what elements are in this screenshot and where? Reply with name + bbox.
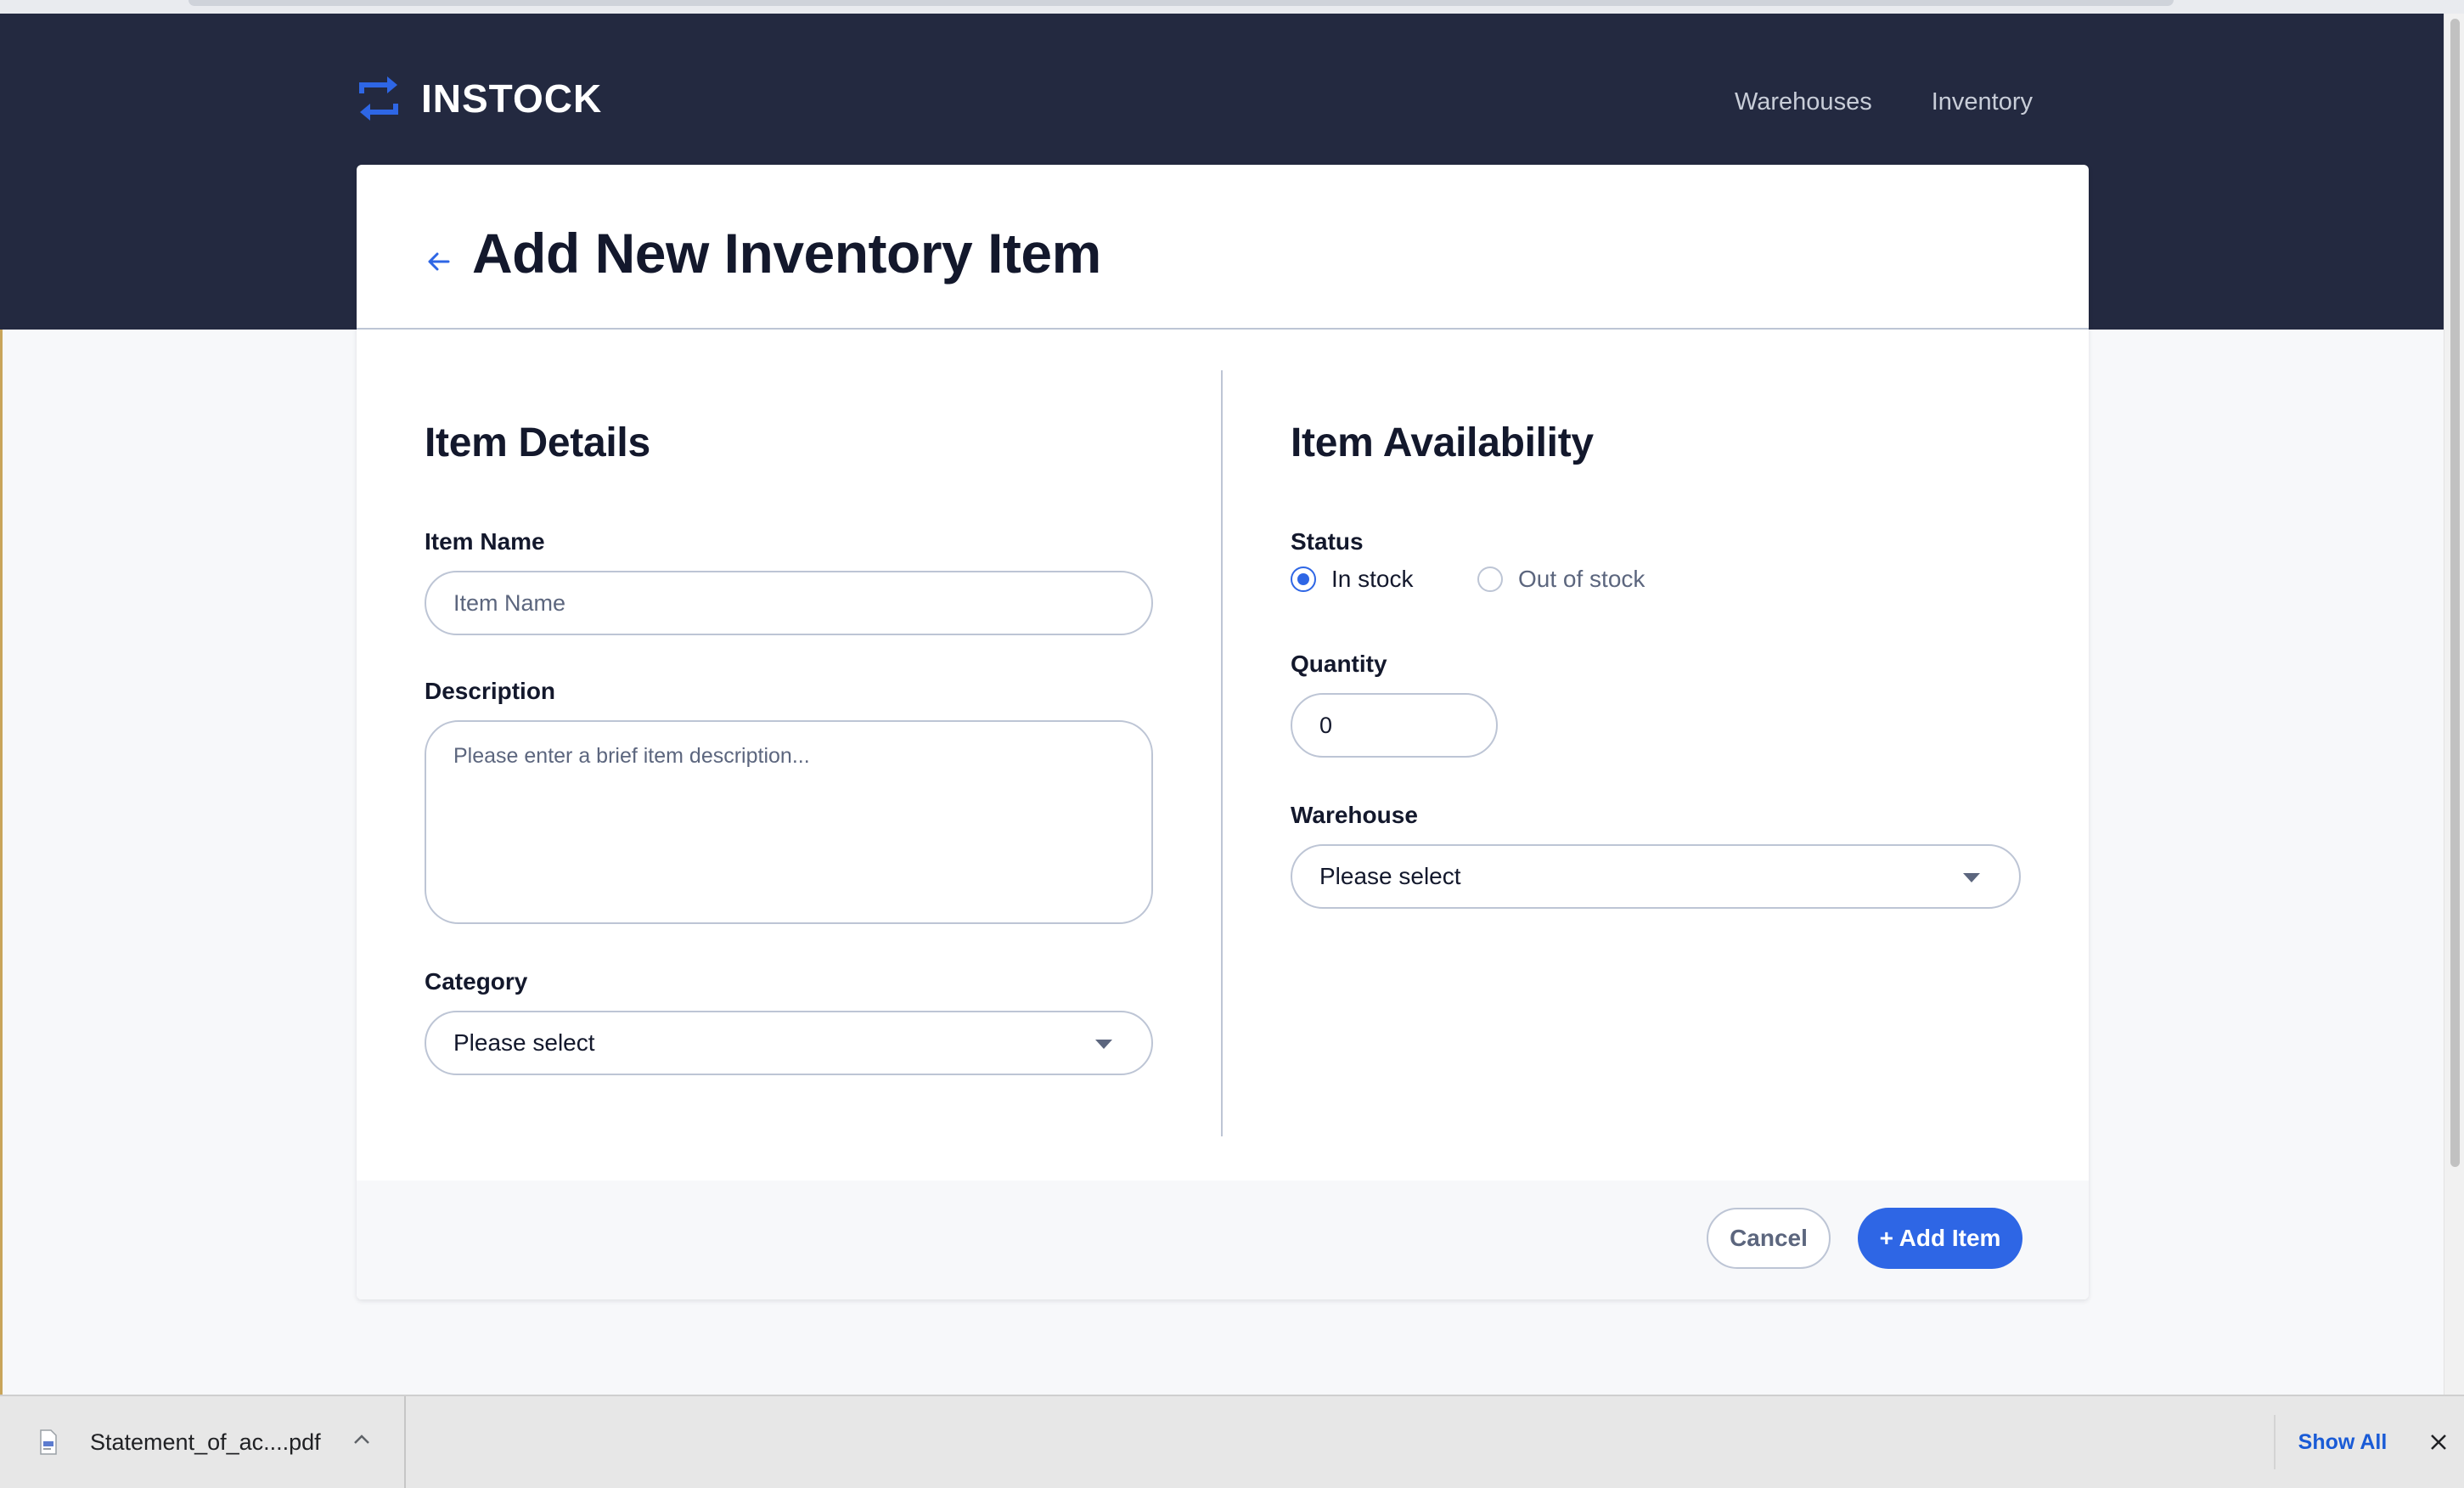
- nav-inventory[interactable]: Inventory: [1932, 88, 2033, 116]
- download-file-name: Statement_of_ac....pdf: [90, 1429, 321, 1455]
- browser-top-edge: [0, 0, 2464, 14]
- card-header: Add New Inventory Item: [357, 165, 2089, 330]
- page-scrollbar[interactable]: [2444, 14, 2464, 1395]
- category-label: Category: [425, 968, 528, 995]
- quantity-label: Quantity: [1291, 651, 1387, 677]
- radio-in-stock[interactable]: In stock: [1291, 566, 1413, 593]
- scrollbar-thumb[interactable]: [2450, 19, 2460, 1167]
- radio-in-stock-label: In stock: [1331, 566, 1414, 592]
- item-name-label: Item Name: [425, 528, 545, 555]
- close-icon[interactable]: [2427, 1430, 2450, 1454]
- add-item-card: Add New Inventory Item Item Details Item…: [357, 165, 2089, 1299]
- item-details-title: Item Details: [425, 420, 650, 465]
- category-select[interactable]: Please select: [425, 1011, 1153, 1075]
- item-name-input[interactable]: [425, 571, 1153, 635]
- nav-warehouses[interactable]: Warehouses: [1735, 88, 1872, 116]
- download-shelf: Statement_of_ac....pdf Show All: [0, 1395, 2464, 1488]
- pdf-file-icon: [40, 1429, 57, 1455]
- radio-unchecked-icon: [1477, 566, 1503, 592]
- category-selected-value: Please select: [453, 1029, 595, 1056]
- status-label: Status: [1291, 528, 1364, 555]
- dropdown-caret-icon: [1095, 1040, 1112, 1049]
- column-divider: [1221, 370, 1223, 1136]
- chevron-up-icon[interactable]: [352, 1432, 372, 1446]
- dropdown-caret-icon: [1963, 873, 1980, 882]
- instock-logo[interactable]: INSTOCK: [357, 68, 602, 129]
- radio-checked-icon: [1291, 566, 1316, 592]
- browser-tab-strip: [188, 0, 2174, 6]
- description-textarea[interactable]: [425, 720, 1153, 924]
- main-nav: Warehouses Inventory: [1735, 88, 2033, 116]
- back-arrow-icon[interactable]: [425, 248, 452, 275]
- radio-out-of-stock-label: Out of stock: [1518, 566, 1645, 592]
- page-title: Add New Inventory Item: [472, 222, 1101, 285]
- swap-arrows-icon: [359, 76, 398, 121]
- cancel-button[interactable]: Cancel: [1707, 1208, 1831, 1269]
- show-all-downloads-button[interactable]: Show All: [2274, 1415, 2410, 1469]
- radio-out-of-stock[interactable]: Out of stock: [1477, 566, 1645, 593]
- add-item-button[interactable]: + Add Item: [1858, 1208, 2022, 1269]
- warehouse-label: Warehouse: [1291, 802, 1418, 828]
- quantity-input[interactable]: [1291, 693, 1498, 758]
- item-availability-title: Item Availability: [1291, 420, 1594, 465]
- download-item[interactable]: Statement_of_ac....pdf: [0, 1396, 406, 1488]
- brand-name: INSTOCK: [421, 76, 603, 121]
- description-label: Description: [425, 678, 556, 704]
- form-actions-bar: Cancel + Add Item: [357, 1181, 2089, 1299]
- warehouse-selected-value: Please select: [1319, 863, 1461, 889]
- warehouse-select[interactable]: Please select: [1291, 844, 2021, 909]
